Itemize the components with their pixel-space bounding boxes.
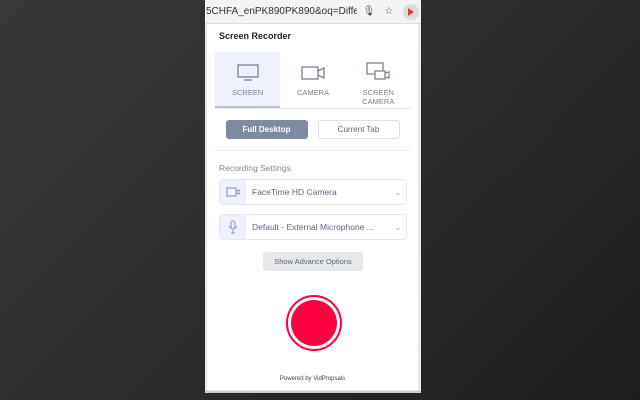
record-button[interactable] <box>286 295 342 351</box>
microphone-select-value: Default - External Microphone ... <box>252 222 374 232</box>
microphone-icon <box>220 215 246 239</box>
chevron-down-icon: ⌄ <box>394 222 402 232</box>
tab-label: SCREEN CAMERA <box>362 88 395 106</box>
star-icon[interactable]: ☆ <box>381 6 397 17</box>
record-dot-icon <box>291 300 337 346</box>
camera-select-value: FaceTime HD Camera <box>252 187 337 197</box>
tab-label: CAMERA <box>296 88 330 97</box>
extension-icon[interactable] <box>403 3 419 20</box>
tab-camera[interactable]: CAMERA <box>280 52 345 108</box>
popup-title: Screen Recorder <box>219 31 292 41</box>
current-tab-button[interactable]: Current Tab <box>317 120 400 139</box>
browser-window: 5CHFA_enPK890PK890&oq=Diffe... 🎙 ☆ Scree… <box>205 0 421 393</box>
microphone-select[interactable]: Default - External Microphone ... ⌄ <box>219 214 407 240</box>
tab-label: SCREEN <box>232 88 264 97</box>
camera-select[interactable]: FaceTime HD Camera ⌄ <box>219 179 407 205</box>
tab-screen-camera[interactable]: SCREEN CAMERA <box>346 52 411 108</box>
source-tabs: SCREEN CAMERA SCREEN CAMERA <box>215 52 411 109</box>
capture-mode-group: Full Desktop Current Tab <box>207 120 418 139</box>
address-bar[interactable]: 5CHFA_enPK890PK890&oq=Diffe... 🎙 ☆ <box>205 0 421 24</box>
full-desktop-button[interactable]: Full Desktop <box>225 120 308 139</box>
url-text[interactable]: 5CHFA_enPK890PK890&oq=Diffe... <box>206 6 357 17</box>
powered-by-text: Powered by VidPropsals <box>279 376 346 382</box>
screen-camera-icon <box>366 62 390 80</box>
show-advance-options-button[interactable]: Show Advance Options <box>263 252 363 271</box>
chevron-down-icon: ⌄ <box>394 187 402 197</box>
tab-screen[interactable]: SCREEN <box>215 52 281 108</box>
divider <box>215 150 411 151</box>
video-camera-icon <box>301 66 325 80</box>
microphone-icon[interactable]: 🎙 <box>361 6 377 17</box>
recording-settings-label: Recording Settings <box>219 163 291 173</box>
screen-recorder-popup: Screen Recorder SCREEN CAMERA SCREEN CAM… <box>207 24 418 390</box>
monitor-icon <box>237 64 259 81</box>
camera-icon <box>220 180 246 204</box>
